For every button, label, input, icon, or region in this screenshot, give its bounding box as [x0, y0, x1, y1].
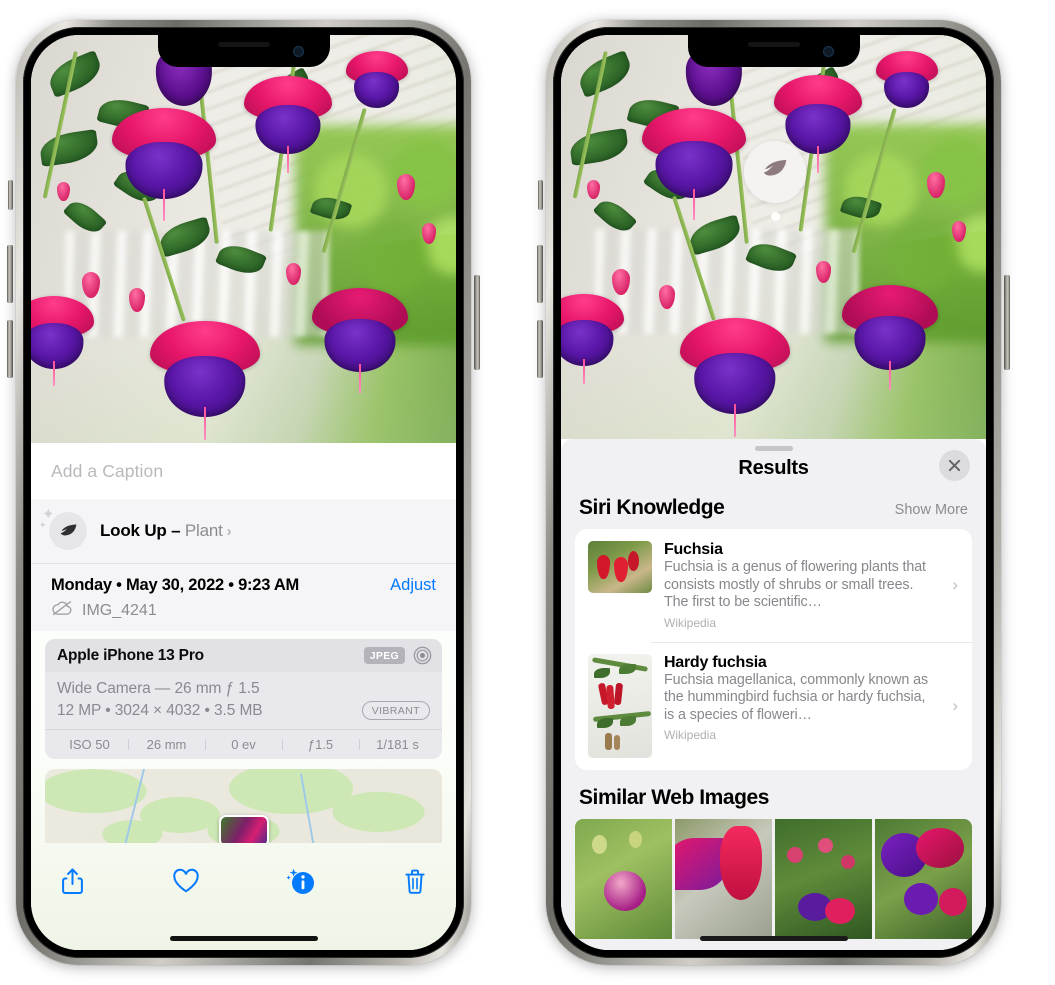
leaf-icon: ✦ ✦ [39, 507, 87, 550]
iphone-left-photos-info: Add a Caption ✦ ✦ Look Up – Plant › Mond… [7, 20, 480, 965]
result-description: Fuchsia magellanica, commonly known as t… [664, 671, 928, 723]
result-source: Wikipedia [664, 615, 717, 630]
web-image-thumb[interactable] [675, 818, 772, 939]
front-camera-icon [822, 46, 834, 57]
result-title: Fuchsia [664, 541, 723, 558]
photo-info-sheet: Add a Caption ✦ ✦ Look Up – Plant › Mond… [31, 443, 456, 950]
visual-look-up-badge[interactable] [744, 141, 806, 203]
exif-header: Apple iPhone 13 Pro JPEG [45, 639, 442, 672]
visual-look-up-anchor-dot [771, 212, 780, 221]
similar-web-images-header: Similar Web Images [561, 770, 986, 819]
volume-up-button[interactable] [7, 245, 13, 303]
screenshot-stage: Add a Caption ✦ ✦ Look Up – Plant › Mond… [0, 0, 1055, 985]
photo-fuchsia-flowers[interactable] [561, 35, 986, 439]
location-map-card[interactable] [45, 769, 442, 843]
exif-body: Wide Camera — 26 mm ƒ 1.5 12 MP • 3024 ×… [45, 672, 442, 729]
result-thumbnail [588, 541, 652, 593]
look-up-label: Look Up – Plant › [100, 521, 232, 540]
mute-switch[interactable] [8, 180, 13, 210]
photo-toolbar [31, 843, 456, 905]
knowledge-result-row[interactable]: Hardy fuchsia Fuchsia magellanica, commo… [575, 641, 972, 770]
similar-web-images-title: Similar Web Images [579, 785, 769, 809]
speaker-grille [217, 42, 270, 47]
look-up-subject: Plant [184, 521, 223, 540]
result-thumbnail [588, 653, 652, 758]
filename-label: IMG_4241 [82, 601, 157, 619]
show-more-button[interactable]: Show More [895, 502, 968, 518]
siri-knowledge-header: Siri Knowledge Show More [561, 492, 986, 529]
home-indicator[interactable] [699, 936, 848, 941]
chevron-right-icon: › [952, 575, 958, 595]
volume-down-button[interactable] [537, 320, 543, 378]
photographic-style-badge: VIBRANT [361, 701, 430, 720]
volume-up-button[interactable] [537, 245, 543, 303]
pin-thumbnail [220, 817, 267, 843]
exif-stat-focal: 26 mm [128, 737, 205, 752]
results-title: Results [738, 457, 809, 479]
close-icon[interactable] [939, 450, 970, 481]
camera-device-label: Apple iPhone 13 Pro [57, 646, 204, 664]
knowledge-result-row[interactable]: Fuchsia Fuchsia is a genus of flowering … [575, 529, 972, 642]
screen-left: Add a Caption ✦ ✦ Look Up – Plant › Mond… [31, 35, 456, 950]
speaker-grille [747, 42, 800, 47]
notch [157, 35, 330, 67]
power-button[interactable] [474, 275, 480, 370]
map-photo-pin[interactable] [218, 815, 269, 843]
screen-right: Results Siri Knowledge Show More Fuchsia… [561, 35, 986, 950]
adjust-button[interactable]: Adjust [390, 576, 436, 595]
lens-detail-line: Wide Camera — 26 mm ƒ 1.5 [57, 680, 260, 697]
info-button[interactable] [286, 866, 316, 896]
siri-knowledge-card: Fuchsia Fuchsia is a genus of flowering … [575, 529, 972, 770]
web-image-thumb[interactable] [775, 818, 872, 939]
cloud-slash-icon [51, 600, 73, 621]
result-title: Hardy fuchsia [664, 653, 767, 671]
exif-stat-exposure: 0 ev [205, 737, 282, 752]
delete-button[interactable] [400, 866, 430, 896]
iphone-right-visual-lookup-results: Results Siri Knowledge Show More Fuchsia… [537, 20, 1010, 965]
web-image-thumb[interactable] [875, 818, 972, 939]
look-up-row[interactable]: ✦ ✦ Look Up – Plant › [31, 499, 456, 564]
share-button[interactable] [57, 866, 87, 896]
caption-field-row[interactable]: Add a Caption [31, 443, 456, 499]
results-header: Results [561, 450, 986, 492]
result-description: Fuchsia is a genus of flowering plants t… [664, 559, 926, 610]
siri-knowledge-title: Siri Knowledge [579, 496, 725, 519]
front-camera-icon [292, 46, 304, 57]
date-details-block: Monday • May 30, 2022 • 9:23 AM Adjust I… [31, 564, 456, 631]
home-indicator[interactable] [169, 936, 318, 941]
exif-stat-aperture: ƒ1.5 [282, 737, 359, 752]
exif-stats-row: ISO 50 26 mm 0 ev ƒ1.5 1/181 s [45, 729, 442, 759]
volume-down-button[interactable] [7, 320, 13, 378]
caption-input[interactable]: Add a Caption [51, 461, 163, 482]
exif-metadata-card[interactable]: Apple iPhone 13 Pro JPEG Wide Camera — 2… [45, 639, 442, 759]
device-bezel: Results Siri Knowledge Show More Fuchsia… [553, 27, 994, 958]
exif-stat-iso: ISO 50 [69, 737, 110, 752]
result-source: Wikipedia [664, 728, 717, 742]
device-bezel: Add a Caption ✦ ✦ Look Up – Plant › Mond… [23, 27, 464, 958]
power-button[interactable] [1004, 275, 1010, 370]
mute-switch[interactable] [538, 180, 543, 210]
lens-icon [413, 646, 432, 665]
results-sheet: Results Siri Knowledge Show More Fuchsia… [561, 439, 986, 950]
chevron-right-icon: › [226, 523, 232, 540]
chevron-right-icon: › [952, 695, 958, 715]
photo-datetime: Monday • May 30, 2022 • 9:23 AM [51, 576, 300, 594]
format-badge: JPEG [363, 647, 405, 664]
favorite-button[interactable] [171, 866, 201, 896]
web-image-thumb[interactable] [575, 818, 672, 939]
photo-fuchsia-flowers[interactable] [31, 35, 456, 443]
notch [687, 35, 860, 67]
resolution-line: 12 MP • 3024 × 4032 • 3.5 MB [57, 701, 263, 719]
leaf-icon [760, 155, 790, 190]
exif-stat-shutter: 1/181 s [359, 737, 436, 752]
sparkle-icon-small: ✦ [39, 520, 47, 530]
similar-web-images-strip[interactable] [561, 818, 986, 939]
